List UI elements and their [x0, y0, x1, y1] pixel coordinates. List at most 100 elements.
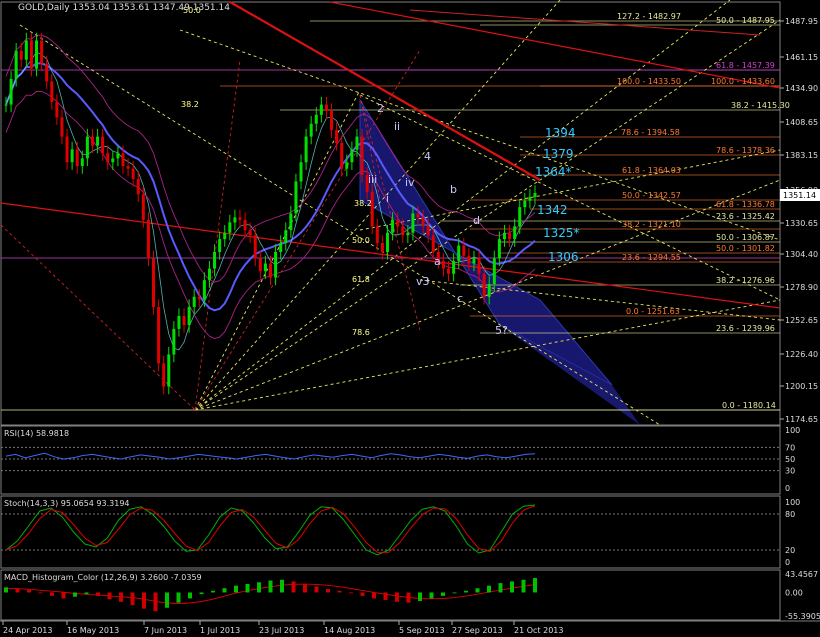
price-tick-label: 1487.95 [785, 17, 818, 26]
candle-body [401, 226, 405, 236]
macd-histogram-bar [50, 592, 54, 596]
candle-body [467, 255, 471, 264]
wave-count-label: d [473, 214, 480, 227]
time-tick-label: 16 May 2013 [67, 626, 119, 635]
macd-histogram-bar [383, 592, 388, 601]
candle-body [65, 136, 69, 163]
time-tick-label: 21 Oct 2013 [514, 626, 563, 635]
fan-line [194, 0, 731, 411]
fan-line [194, 299, 781, 411]
last-price-label: 1351.14 [783, 191, 816, 200]
candle-body [294, 181, 298, 214]
macd-histogram-bar [406, 592, 411, 603]
candle-body [411, 213, 415, 233]
candle-body [477, 258, 481, 274]
target-price-label: 1325* [543, 226, 580, 240]
candle-body [131, 168, 135, 179]
wave-count-label: c [457, 292, 463, 305]
candle-body [319, 104, 323, 115]
macd-histogram-bar [452, 592, 457, 594]
wave-count-label: 5? [495, 324, 508, 337]
candle-body [162, 363, 166, 387]
candle-body [60, 117, 64, 137]
stoch-tick-label: 80 [785, 510, 795, 519]
fib-level-label: 23.6 - 1239.96 [716, 324, 775, 333]
rsi-tick-label: 0 [785, 484, 790, 493]
candle-body [96, 136, 100, 146]
fan-line [179, 29, 781, 241]
time-tick-label: 7 Jun 2013 [144, 626, 187, 635]
fib-level-label: 50.0 - 1306.87 [716, 233, 775, 242]
candle-body [533, 192, 537, 197]
candle-body [487, 284, 491, 297]
candle-body [360, 136, 364, 176]
fib-level-label: 50.0 - 1487.95 [716, 16, 775, 25]
candle-body [370, 191, 374, 227]
candle-body [182, 316, 186, 326]
macd-histogram-bar [211, 590, 215, 593]
candle-body [19, 50, 23, 60]
candle-body [121, 153, 125, 167]
price-tick-label: 1434.90 [785, 84, 818, 93]
macd-histogram-bar [510, 581, 514, 593]
macd-histogram-bar [326, 589, 330, 593]
symbol-title: GOLD,Daily [18, 3, 70, 13]
candle-body [375, 226, 379, 243]
macd-histogram-bar [199, 592, 204, 595]
candle-body [111, 158, 115, 163]
chart-title: GOLD,Daily 1353.04 1353.61 1347.49 1351.… [18, 3, 230, 13]
rsi-tick-label: 30 [785, 467, 795, 476]
macd-histogram-bar [291, 581, 296, 593]
candle-body [284, 230, 288, 243]
candle-body [141, 194, 145, 220]
macd-histogram-bar [4, 587, 8, 593]
macd-tick-label: 43.4567 [785, 570, 818, 579]
candle-body [513, 226, 517, 240]
red-dashed-line [194, 59, 241, 411]
candle-body [426, 226, 430, 236]
price-tick-label: 1278.90 [785, 283, 818, 292]
fib-level-label: 127.2 - 1482.97 [617, 12, 681, 21]
macd-histogram-bar [418, 592, 422, 601]
candle-body [70, 149, 74, 163]
candle-body [116, 153, 120, 159]
macd-histogram-bar [429, 592, 434, 599]
target-price-label: 1306 [548, 250, 579, 264]
target-price-label: 1364* [535, 165, 572, 179]
wave-count-label: 2 [377, 102, 384, 115]
candle-body [146, 219, 150, 259]
candle-body [167, 354, 171, 387]
candle-body [441, 260, 445, 269]
candle-body [314, 114, 318, 124]
fib-level-label: 100.0 - 1433.60 [711, 77, 775, 86]
macd-histogram-bar [119, 592, 123, 602]
candle-body [299, 162, 303, 182]
chart-canvas: 127.2 - 1482.97 50.0 - 1487.95 61.8 - 1457… [0, 0, 820, 635]
candle-body [279, 242, 283, 252]
macd-histogram-bar [84, 592, 89, 595]
time-tick-label: 27 Sep 2013 [452, 626, 503, 635]
macd-histogram-bar [130, 592, 135, 606]
macd-histogram-bar [107, 592, 112, 600]
price-tick-label: 1226.40 [785, 350, 818, 359]
macd-histogram-bar [498, 583, 503, 593]
candle-body [152, 258, 156, 308]
candle-body [385, 232, 389, 252]
macd-histogram-bar [142, 592, 146, 609]
candle-body [248, 230, 252, 236]
candle-body [55, 101, 59, 118]
fib-level-label: 38.2 - 1415.30 [731, 101, 790, 110]
macd-histogram-bar [280, 579, 284, 593]
fan-line [194, 179, 781, 411]
candle-body [101, 136, 105, 154]
fib-level-label: 78.6 - 1394.58 [621, 128, 680, 137]
price-tick-label: 1174.65 [785, 415, 818, 424]
candle-body [9, 78, 13, 105]
candle-body [238, 217, 242, 220]
candle-body [447, 268, 451, 274]
macd-histogram-bar [372, 592, 376, 599]
fan-level-label: 61.8 [352, 275, 370, 284]
fan-level-label: 78.6 [352, 328, 370, 337]
candle-body [528, 196, 532, 201]
candle-body [24, 40, 28, 60]
